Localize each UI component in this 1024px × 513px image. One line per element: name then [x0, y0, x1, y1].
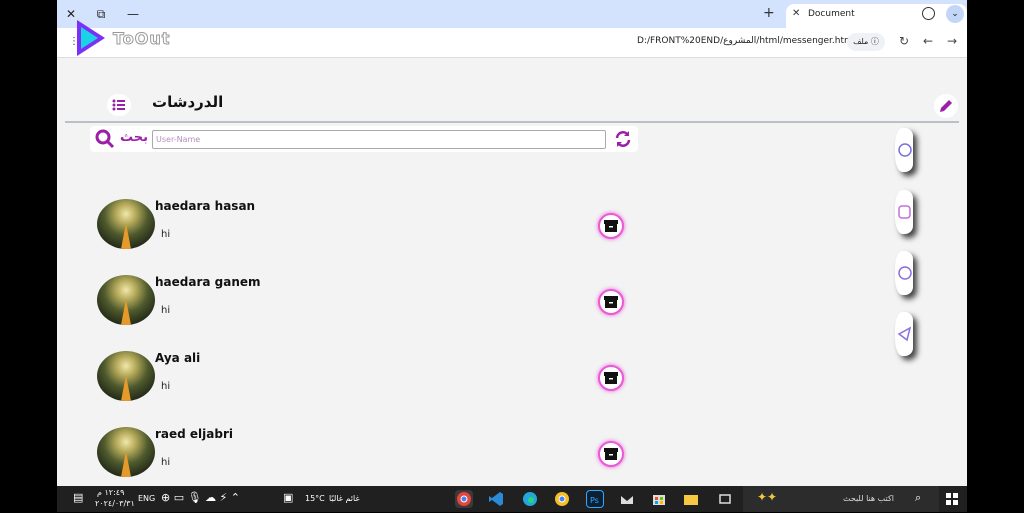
telegram-icon — [897, 326, 912, 342]
avatar[interactable] — [97, 427, 155, 477]
telegram-button[interactable] — [895, 312, 913, 356]
weather-text[interactable]: غائم غالبًا — [329, 494, 360, 503]
taskbar-search-placeholder: اكتب هنا للبحث — [843, 494, 894, 503]
browser-window: ✕ ⧉ — + ✕ Document ⌄ D:/FRONT%20END/المش… — [57, 0, 967, 512]
globe-icon — [922, 7, 935, 20]
store-taskbar-icon[interactable] — [650, 490, 668, 508]
chat-row[interactable]: haedara ganem hi — [95, 275, 635, 335]
file-info-chip[interactable]: ملف ⓘ — [847, 33, 885, 51]
chat-name[interactable]: raed eljabri — [155, 427, 233, 441]
weather-temp[interactable]: 15°C — [305, 494, 325, 503]
chrome-alt-taskbar-icon[interactable] — [553, 490, 571, 508]
weather-icon: ▣ — [283, 491, 294, 504]
search-input[interactable] — [152, 130, 606, 149]
chat-last-message: hi — [161, 381, 171, 392]
file-explorer-taskbar-icon[interactable] — [682, 490, 700, 508]
chat-row[interactable]: haedara hasan hi — [95, 199, 635, 259]
back-button[interactable]: ← — [923, 34, 933, 48]
vscode-taskbar-icon[interactable] — [487, 490, 505, 508]
messenger-app: الدردشات بحث haedara hasanhihaedara gane… — [57, 58, 967, 486]
search-label: بحث — [120, 130, 149, 145]
browser-tab[interactable]: ✕ Document ⌄ — [786, 4, 967, 28]
windows-start-icon[interactable] — [943, 490, 961, 508]
reload-button[interactable]: ↻ — [899, 34, 909, 48]
tab-title: Document — [808, 9, 855, 19]
archive-button[interactable] — [598, 441, 624, 467]
chat-last-message: hi — [161, 457, 171, 468]
chat-name[interactable]: Aya ali — [155, 351, 200, 365]
instagram-icon — [898, 205, 911, 219]
list-icon — [112, 99, 125, 111]
archive-button[interactable] — [598, 289, 624, 315]
new-tab-button[interactable]: + — [763, 5, 775, 21]
instagram-button[interactable] — [895, 190, 913, 234]
archive-icon — [604, 296, 618, 308]
url-text[interactable]: D:/FRONT%20END/المشروع/html/messenger.ht… — [637, 36, 855, 46]
clock-date[interactable]: ٢٠٢٤/٠٣/٣١ — [95, 499, 135, 508]
avatar[interactable] — [97, 199, 155, 249]
whatsapp-icon — [898, 266, 912, 280]
clock-time[interactable]: ١٢:٤٩ م — [97, 488, 124, 497]
tray-icons[interactable]: ⊕ ▭ 🎙 ☁ ⚡ ⌃ — [161, 491, 240, 504]
watermark-logo: ⋮ ToOut — [67, 18, 197, 62]
tab-close-button[interactable]: ✕ — [792, 8, 800, 19]
new-chat-button[interactable] — [934, 94, 958, 118]
forward-button[interactable]: → — [947, 34, 957, 48]
chrome-taskbar-icon[interactable] — [455, 490, 473, 508]
pencil-icon — [940, 100, 952, 112]
taskbar: ▤ ١٢:٤٩ م ٢٠٢٤/٠٣/٣١ ENG ⊕ ▭ 🎙 ☁ ⚡ ⌃ ▣ 1… — [57, 486, 967, 512]
chat-name[interactable]: haedara hasan — [155, 199, 255, 213]
notifications-icon[interactable]: ▤ — [73, 491, 83, 504]
header-divider — [65, 121, 959, 123]
photoshop-taskbar-icon[interactable]: Ps — [586, 490, 604, 508]
language-indicator[interactable]: ENG — [138, 494, 155, 503]
search-icon: ⌕ — [915, 491, 922, 504]
facebook-icon — [898, 143, 912, 157]
task-view-icon[interactable] — [716, 490, 734, 508]
watermark-text: ToOut — [112, 29, 171, 49]
archive-icon — [604, 372, 618, 384]
archive-button[interactable] — [598, 213, 624, 239]
avatar[interactable] — [97, 351, 155, 401]
svg-text:Ps: Ps — [590, 496, 599, 505]
search-icon[interactable] — [95, 129, 115, 149]
facebook-button[interactable] — [895, 128, 913, 172]
sparkle-icon: ✦✦ — [757, 490, 778, 504]
archive-icon — [604, 448, 618, 460]
chat-row[interactable]: raed eljabri hi — [95, 427, 635, 487]
chat-last-message: hi — [161, 305, 171, 316]
chat-last-message: hi — [161, 229, 171, 240]
chat-name[interactable]: haedara ganem — [155, 275, 261, 289]
list-menu-button[interactable] — [107, 94, 131, 116]
refresh-icon[interactable] — [613, 129, 633, 149]
avatar[interactable] — [97, 275, 155, 325]
taskbar-search[interactable]: ✦✦ اكتب هنا للبحث ⌕ — [743, 486, 939, 512]
page-title: الدردشات — [152, 93, 224, 111]
tab-search-button[interactable]: ⌄ — [946, 5, 964, 23]
chat-row[interactable]: Aya ali hi — [95, 351, 635, 411]
archive-icon — [604, 220, 618, 232]
archive-button[interactable] — [598, 365, 624, 391]
whatsapp-button[interactable] — [895, 251, 913, 295]
edge-taskbar-icon[interactable] — [521, 490, 539, 508]
mail-taskbar-icon[interactable] — [618, 490, 636, 508]
search-bar: بحث — [90, 126, 638, 152]
